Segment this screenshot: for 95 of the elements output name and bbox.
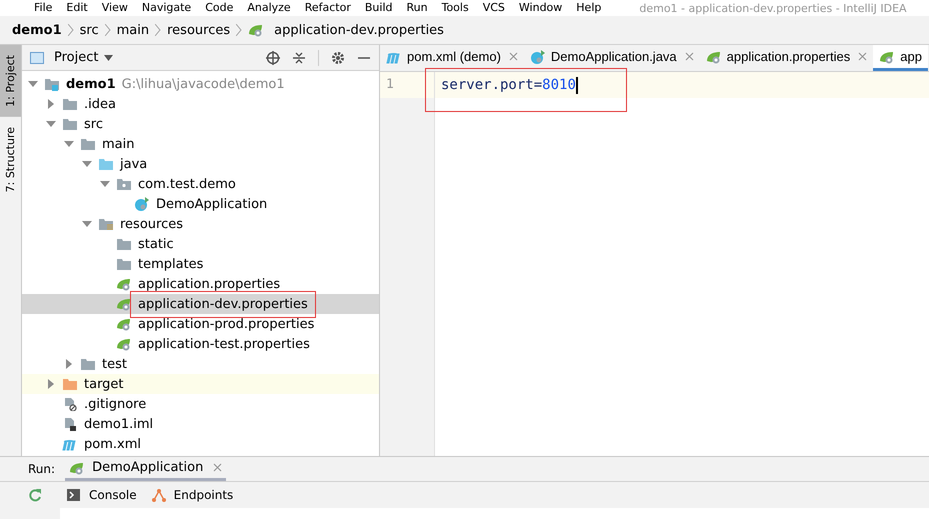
target-icon[interactable]	[266, 50, 280, 64]
folder-icon	[62, 97, 78, 111]
rerun-icon[interactable]	[28, 488, 42, 502]
class-icon	[530, 50, 546, 64]
console-icon	[66, 488, 82, 502]
panel-icon	[30, 52, 44, 64]
tree-item[interactable]: resources	[22, 214, 379, 234]
menu-item[interactable]: File	[34, 1, 52, 15]
close-icon[interactable]	[858, 52, 868, 61]
tool-tab[interactable]: Console	[66, 488, 137, 502]
tree-item[interactable]: DemoApplication	[22, 194, 379, 214]
panel-title[interactable]: Project	[54, 50, 98, 65]
code-line[interactable]: server.port=8010	[441, 77, 576, 93]
chevron-icon	[236, 24, 242, 36]
line-number: 1	[380, 72, 434, 98]
tree-item[interactable]: .gitignore	[22, 394, 379, 414]
expand-arrow-icon[interactable]	[82, 219, 92, 229]
file-icon	[62, 417, 78, 431]
leaf-gear-icon	[116, 317, 132, 331]
folder-icon	[98, 217, 114, 231]
collapse-arrow-icon[interactable]	[46, 99, 56, 109]
tree-item[interactable]: com.test.demo	[22, 174, 379, 194]
tree-item[interactable]: application-test.properties	[22, 334, 379, 354]
tree-item[interactable]: pom.xml	[22, 434, 379, 454]
editor-tab[interactable]: app	[873, 45, 928, 71]
tree-item[interactable]: application.properties	[22, 274, 379, 294]
chevron-icon	[155, 24, 162, 36]
menu-item[interactable]: Navigate	[142, 1, 192, 15]
folder-icon	[116, 237, 132, 251]
run-label: Run:	[28, 462, 56, 476]
menu-item[interactable]: Refactor	[304, 1, 351, 15]
editor-area[interactable]: 1 server.port=8010	[380, 72, 929, 456]
leaf-gear-icon	[116, 337, 132, 351]
side-tab[interactable]: 7: Structure	[0, 116, 21, 202]
chevron-icon	[104, 24, 111, 36]
file-icon	[62, 397, 78, 411]
menu-item[interactable]: Analyze	[247, 1, 291, 15]
menu-item[interactable]: Help	[576, 1, 602, 15]
tool-tab[interactable]: Endpoints	[150, 488, 234, 502]
folder-icon	[44, 77, 60, 91]
leaf-gear-icon	[116, 277, 132, 291]
breadcrumb[interactable]: main	[116, 22, 150, 38]
editor-tab[interactable]: pom.xml (demo)	[380, 45, 524, 71]
leaf-gear-icon	[69, 460, 86, 474]
expand-arrow-icon[interactable]	[28, 79, 38, 89]
menu-item[interactable]: Edit	[66, 1, 88, 15]
tree-item[interactable]: templates	[22, 254, 379, 274]
tree-item[interactable]: main	[22, 134, 379, 154]
tree-item[interactable]: application-prod.properties	[22, 314, 379, 334]
folder-icon	[62, 117, 78, 131]
menu-item[interactable]: VCS	[482, 1, 505, 15]
breadcrumb[interactable]: src	[80, 22, 99, 38]
window-title: demo1 - application-dev.properties - IntelliJ IDEA	[639, 2, 907, 14]
breadcrumb[interactable]: resources	[167, 22, 230, 38]
collapse-icon[interactable]	[292, 50, 306, 64]
tree-item[interactable]: target	[22, 374, 379, 394]
close-icon[interactable]	[684, 52, 694, 61]
breadcrumb[interactable]: demo1	[12, 22, 62, 38]
folder-icon	[80, 137, 96, 151]
maven-icon	[62, 437, 78, 451]
endpoints-icon	[150, 488, 167, 502]
tree-item[interactable]: .idea	[22, 94, 379, 114]
class-icon	[134, 197, 150, 211]
tree-item[interactable]: demo1.iml	[22, 414, 379, 434]
folder-icon	[62, 377, 78, 391]
menu-item[interactable]: Code	[205, 1, 234, 15]
editor-tab[interactable]: DemoApplication.java	[524, 45, 700, 71]
side-tab[interactable]: 1: Project	[0, 45, 21, 117]
leaf-gear-icon	[706, 50, 722, 64]
package-icon	[116, 177, 132, 191]
tree-item[interactable]: static	[22, 234, 379, 254]
editor-tab[interactable]: application.properties	[700, 45, 874, 71]
menu-item[interactable]: Run	[406, 1, 428, 15]
tree-item[interactable]: src	[22, 114, 379, 134]
close-icon[interactable]	[508, 52, 518, 61]
menu-item[interactable]: Tools	[442, 1, 469, 15]
run-tab[interactable]: DemoApplication	[65, 457, 226, 481]
leaf-gear-icon	[248, 23, 264, 37]
settings-icon[interactable]	[331, 50, 345, 64]
leaf-gear-icon	[116, 297, 132, 311]
close-icon[interactable]	[213, 463, 222, 472]
tree-item[interactable]: java	[22, 154, 379, 174]
leaf-gear-icon	[879, 50, 896, 64]
tree-item[interactable]: demo1 G:\lihua\javacode\demo1	[22, 74, 379, 94]
menu-item[interactable]: View	[102, 1, 128, 15]
folder-icon	[80, 357, 96, 371]
tree-item[interactable]: test	[22, 354, 379, 374]
text-cursor	[576, 76, 578, 94]
chevron-icon	[68, 24, 74, 36]
folder-icon	[116, 257, 132, 271]
menu-item[interactable]: Window	[518, 1, 562, 15]
menu-item[interactable]: Build	[364, 1, 392, 15]
caret-icon[interactable]	[104, 54, 114, 60]
breadcrumb[interactable]: application-dev.properties	[274, 22, 444, 38]
folder-icon	[98, 157, 114, 171]
